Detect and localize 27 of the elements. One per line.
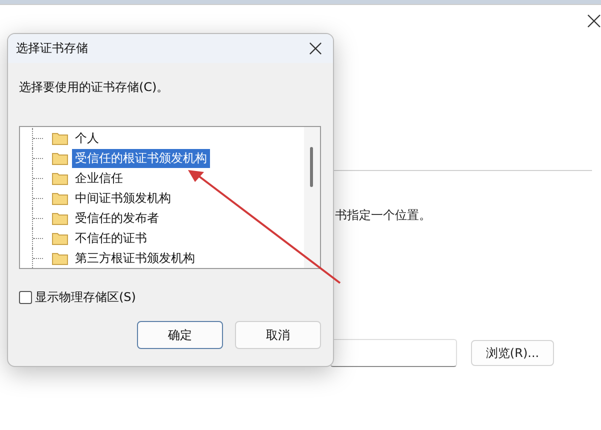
store-item[interactable]: 第三方根证书颁发机构: [72, 248, 198, 268]
close-icon: [308, 42, 322, 55]
store-item[interactable]: 受信任的根证书颁发机构: [72, 148, 210, 168]
browse-button[interactable]: 浏览(R)...: [471, 340, 554, 366]
folder-icon: [52, 152, 68, 164]
folder-icon: [52, 192, 68, 204]
folder-icon: [52, 212, 68, 224]
store-item[interactable]: 个人: [72, 128, 102, 148]
instruction-text: 书指定一个位置。: [335, 207, 431, 224]
path-field[interactable]: [330, 339, 457, 367]
dialog-title: 选择证书存储: [16, 40, 88, 57]
ok-button[interactable]: 确定: [137, 321, 223, 349]
folder-icon: [52, 172, 68, 184]
store-item[interactable]: 不信任的证书: [72, 228, 150, 248]
prompt-text: 选择要使用的证书存储(C)。: [19, 79, 170, 96]
close-button[interactable]: [587, 13, 601, 27]
folder-icon: [52, 252, 68, 264]
store-item[interactable]: 企业信任: [72, 168, 126, 188]
close-icon: [587, 14, 601, 28]
checkbox[interactable]: [19, 291, 32, 304]
store-item[interactable]: 中间证书颁发机构: [72, 188, 174, 208]
scrollbar[interactable]: [304, 127, 320, 268]
cancel-button[interactable]: 取消: [235, 321, 321, 349]
folder-icon: [52, 132, 68, 144]
checkbox-label: 显示物理存储区(S): [35, 289, 136, 306]
store-item[interactable]: 受信任的发布者: [72, 208, 162, 228]
folder-icon: [52, 232, 68, 244]
